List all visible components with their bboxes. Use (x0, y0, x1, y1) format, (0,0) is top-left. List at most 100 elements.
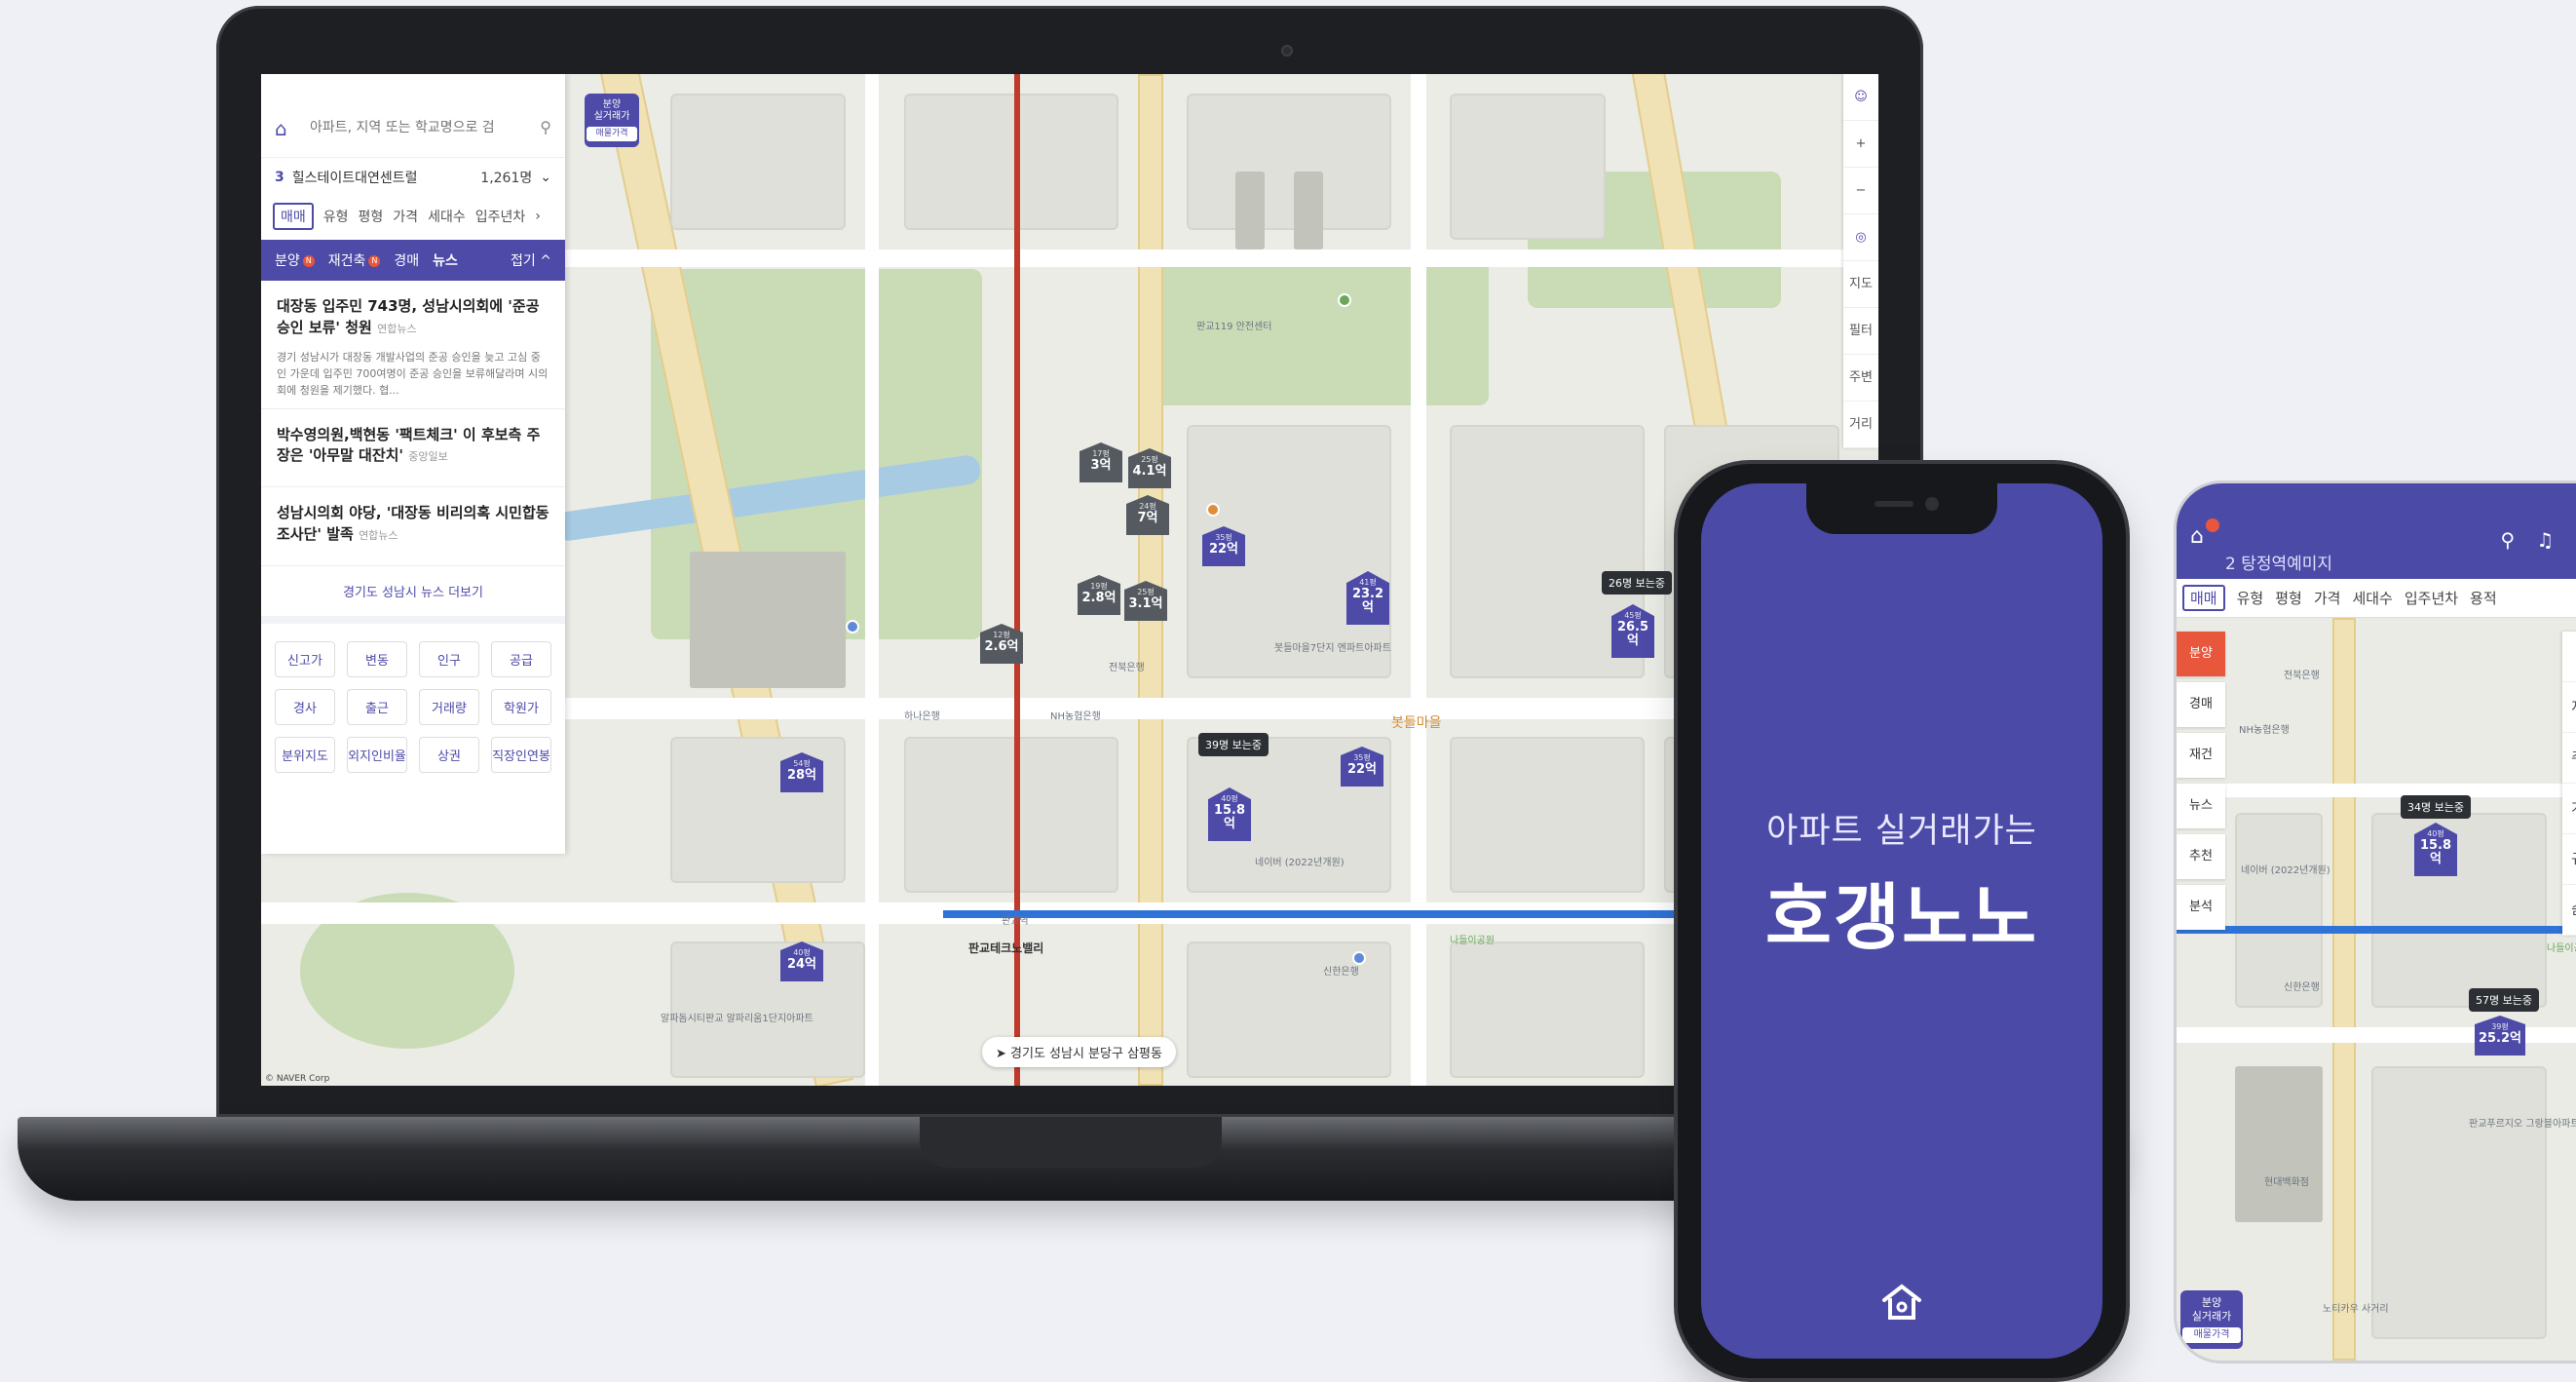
filter-price[interactable]: 가격 (393, 207, 418, 226)
school-icon[interactable] (1206, 503, 1220, 517)
park-icon[interactable] (1338, 293, 1351, 307)
price-marker[interactable]: 17평 3억 (1080, 442, 1122, 483)
map-label: NH농협은행 (2239, 725, 2290, 736)
home-logo-icon (1882, 1284, 1921, 1320)
filter-far[interactable]: 용적 (2470, 588, 2497, 608)
stat-button[interactable]: 분위지도 (275, 736, 335, 773)
filter-year[interactable]: 입주년차 (475, 207, 526, 226)
map-canvas[interactable]: 판교테크노밸리 판교역 NH농협은행 봇들마을 신한은행 하나은행 전북은행 나… (261, 74, 1878, 1086)
news-more-link[interactable]: 경기도 성남시 뉴스 더보기 (261, 566, 565, 624)
stat-button[interactable]: 상권 (419, 736, 479, 773)
control-distance[interactable]: 거리 (2562, 784, 2576, 834)
city-block (2371, 813, 2547, 1008)
splash-subtitle: 아파트 실거래가는 (1766, 812, 2037, 851)
stat-button[interactable]: 인구 (419, 640, 479, 677)
compare-title[interactable]: 2 탕정역예미지 (2225, 550, 2332, 574)
news-item[interactable]: 박수영의원,백현동 '팩트체크' 이 후보측 주장은 '아무말 대잔치' 중앙일… (261, 409, 565, 488)
search-icon[interactable]: ⚲ (540, 118, 551, 136)
search-icon[interactable]: ⚲ (2501, 528, 2516, 552)
news-item[interactable]: 대장동 입주민 743명, 성남시의회에 '준공 승인 보류' 청원 연합뉴스 … (261, 281, 565, 409)
filter-type[interactable]: 유형 (2237, 588, 2264, 608)
stat-button[interactable]: 외지인비율 (347, 736, 407, 773)
fold-button[interactable]: 접기 ^ (511, 250, 551, 270)
city-block (670, 94, 846, 230)
stat-button[interactable]: 직장인연봉 (491, 736, 551, 773)
zoom-in-button[interactable]: + (1843, 121, 1878, 168)
main-road (1138, 74, 1163, 1086)
filter-price[interactable]: 가격 (2314, 588, 2341, 608)
stat-button[interactable]: 학원가 (491, 688, 551, 725)
listing-price-button[interactable]: 매물가격 (2182, 1326, 2241, 1343)
location-pill[interactable]: ➤ 경기도 성남시 분당구 삼평동 (982, 1037, 1176, 1067)
locate-icon[interactable]: ◎ (2562, 632, 2576, 682)
bell-icon[interactable]: ♫ (2536, 528, 2554, 552)
control-filter[interactable]: 필터 (1843, 308, 1878, 355)
city-block (2371, 1066, 2547, 1339)
search-input[interactable] (308, 118, 533, 136)
phone-splash: 아파트 실거래가는 호갱노노 (1678, 464, 2126, 1378)
user-icon[interactable]: ☺ (1843, 74, 1878, 121)
chevron-down-icon[interactable]: ⌄ (540, 170, 551, 185)
price-marker[interactable]: 19평 2.8억 (1078, 575, 1120, 616)
price-mode-tag[interactable]: 분양 실거래가 매물가격 (585, 94, 639, 147)
shortcut-presale[interactable]: 분양 (2177, 632, 2225, 676)
viewers-badge: 34명 보는중 (2401, 795, 2471, 819)
news-item[interactable]: 성남시의회 야당, '대장동 비리의혹 시민합동조사단' 발족 연합뉴스 (261, 487, 565, 566)
listing-price-button[interactable]: 매물가격 (587, 127, 637, 141)
tag-line: 실거래가 (593, 111, 630, 122)
control-map[interactable]: 지도 (2562, 682, 2576, 733)
price-marker[interactable]: 25평 4.1억 (1128, 448, 1171, 489)
stat-button[interactable]: 변동 (347, 640, 407, 677)
subway-line-blue (2177, 926, 2576, 934)
stat-button[interactable]: 출근 (347, 688, 407, 725)
price-marker[interactable]: 39평 25.2억 (2475, 1016, 2525, 1056)
map-canvas[interactable]: 34명 보는중 40평 15.8억 57명 보는중 39평 25.2억 NH농협은행… (2177, 618, 2576, 1361)
stat-button[interactable]: 공급 (491, 640, 551, 677)
header-icons: ⚲ ♫ ☺ (2501, 528, 2576, 552)
control-regulation[interactable]: 규제 (2562, 834, 2576, 885)
tab-news[interactable]: 뉴스 (433, 250, 458, 270)
map-label: 알파돔시티판교 알파리움1단지아파트 (661, 1014, 814, 1024)
bank-icon[interactable] (846, 620, 859, 633)
splash-screen: 아파트 실거래가는 호갱노노 (1701, 483, 2102, 1359)
home-icon[interactable]: ⌂ (275, 117, 300, 140)
shortcut-recommend[interactable]: 추천 (2177, 834, 2225, 879)
tab-presale[interactable]: 분양 N (275, 250, 315, 270)
filter-year[interactable]: 입주년차 (2405, 588, 2458, 608)
map-label: 나들이공원 (1450, 936, 1495, 946)
control-hide[interactable]: 숨김 (2562, 885, 2576, 936)
filter-trade[interactable]: 매매 (273, 203, 314, 230)
control-distance[interactable]: 거리 (1843, 402, 1878, 448)
stat-button[interactable]: 경사 (275, 688, 335, 725)
shortcut-news[interactable]: 뉴스 (2177, 784, 2225, 828)
filter-size[interactable]: 평형 (359, 207, 384, 226)
filter-row: 매매 유형 평형 가격 세대수 입주년차 용적 (2177, 579, 2576, 618)
price-mode-tag[interactable]: 분양 실거래가 매물가격 (2180, 1290, 2243, 1349)
compare-number: 3 (275, 170, 284, 185)
filter-households[interactable]: 세대수 (2352, 588, 2392, 608)
control-map[interactable]: 지도 (1843, 261, 1878, 308)
stat-button[interactable]: 신고가 (275, 640, 335, 677)
shortcut-analysis[interactable]: 분석 (2177, 885, 2225, 930)
compare-row[interactable]: 3 힐스테이트대연센트럴 1,261명 ⌄ (261, 158, 565, 197)
map-controls: ◎ 지도 주변 거리 규제 숨김 (2562, 632, 2576, 936)
tab-rebuild[interactable]: 재건축 N (328, 250, 381, 270)
front-camera (1925, 497, 1939, 511)
map-label: 봇들마을7단지 엔파트아파트 (1274, 643, 1391, 654)
map-label: 판교역 (1002, 916, 1029, 927)
tab-auction[interactable]: 경매 (394, 250, 419, 270)
park-area (1138, 250, 1489, 405)
city-block (1187, 94, 1391, 230)
locate-icon[interactable]: ◎ (1843, 214, 1878, 261)
filter-households[interactable]: 세대수 (428, 207, 466, 226)
chevron-right-icon[interactable]: › (535, 209, 541, 224)
filter-trade[interactable]: 매매 (2182, 585, 2225, 611)
filter-size[interactable]: 평형 (2275, 588, 2302, 608)
shortcut-auction[interactable]: 경매 (2177, 682, 2225, 727)
control-nearby[interactable]: 주변 (2562, 733, 2576, 784)
control-nearby[interactable]: 주변 (1843, 355, 1878, 402)
shortcut-rebuild[interactable]: 재건 (2177, 733, 2225, 778)
zoom-out-button[interactable]: − (1843, 168, 1878, 214)
filter-type[interactable]: 유형 (323, 207, 349, 226)
stat-button[interactable]: 거래량 (419, 688, 479, 725)
